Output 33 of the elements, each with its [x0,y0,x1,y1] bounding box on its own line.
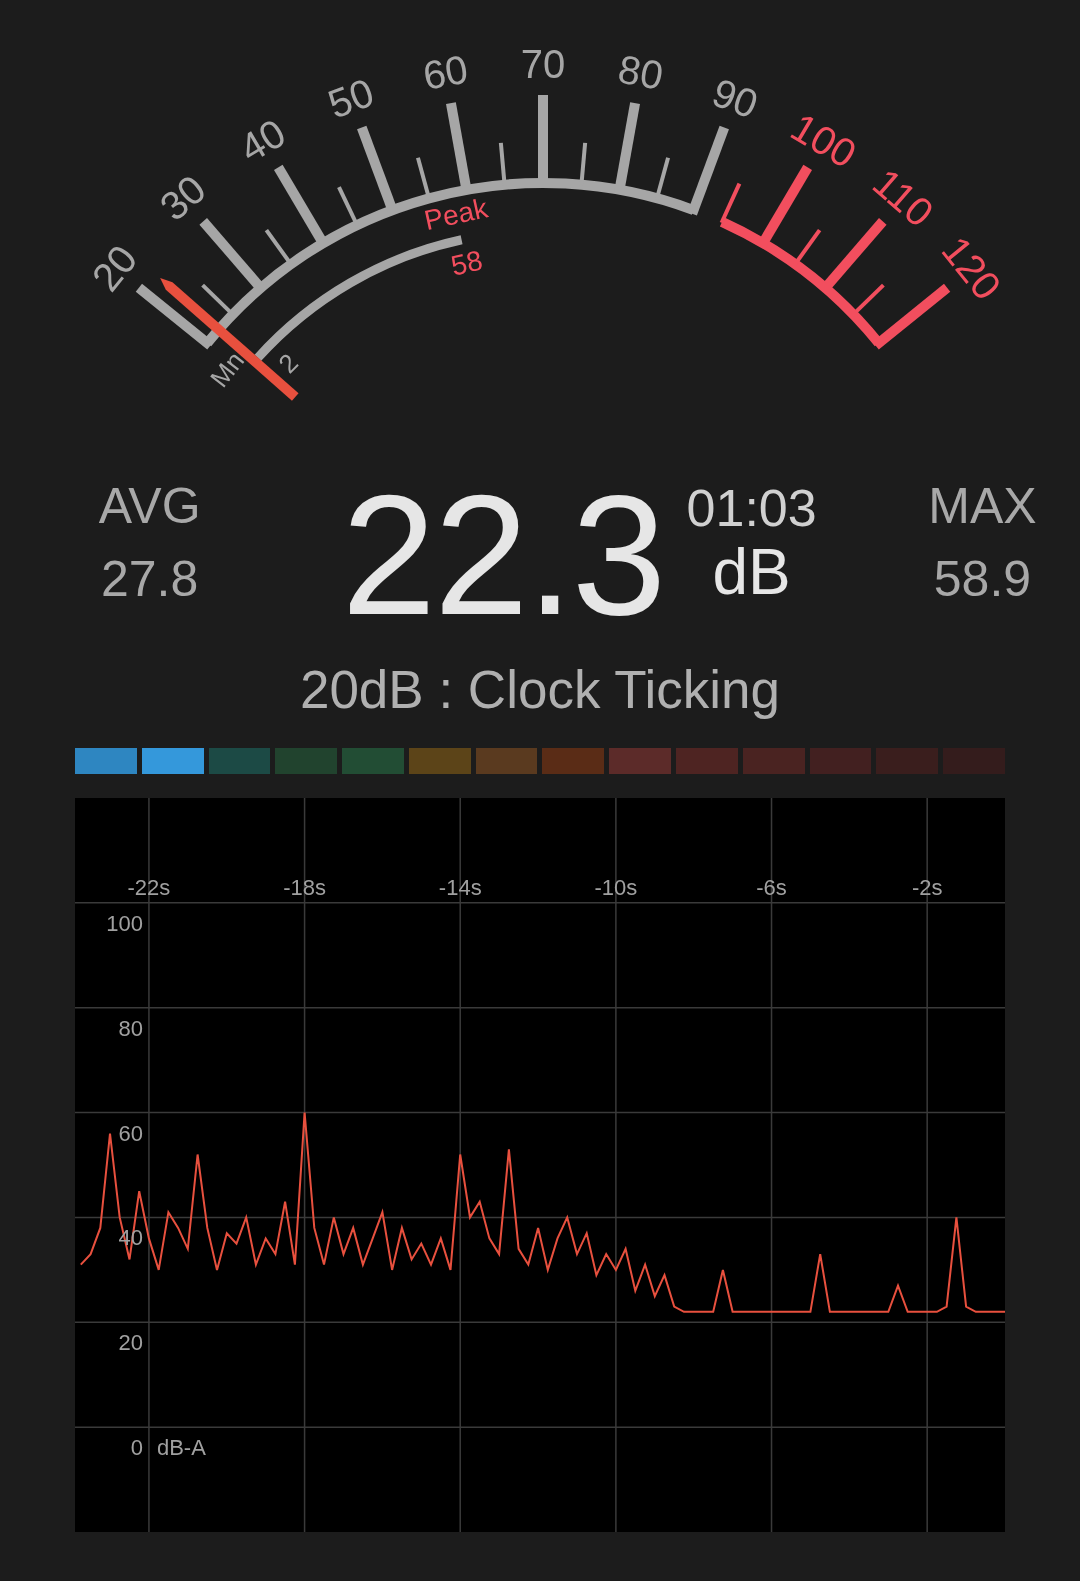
min-value: 2 [272,347,304,379]
max-label: MAX [927,477,1038,536]
y-tick-label: 0 [130,1435,143,1461]
x-tick-label: -10s [594,874,638,900]
x-tick-label: -2s [911,874,943,900]
y-tick-label: 60 [118,1120,143,1146]
avg-value: 27.8 [99,549,200,609]
scale-label: 70 [520,41,566,86]
noise-description: 20dB : Clock Ticking [299,660,781,719]
x-tick-label: -14s [438,874,482,900]
max-value: 58.9 [932,549,1033,609]
x-tick-label: -22s [127,874,171,900]
current-reading: 22.3 [341,460,665,650]
elapsed-time: 01:03 [685,480,818,538]
peak-value: 58 [448,244,486,282]
scale-label: 20 [83,236,146,300]
scale-label: 100 [783,104,864,177]
avg-label: AVG [97,477,202,536]
min-label: Mn [204,345,250,393]
unit-label: dB [711,537,792,608]
peak-label: Peak [421,192,491,237]
x-tick-label: -18s [283,874,326,900]
axis-unit-label: dB-A [156,1435,206,1461]
scale-label: 30 [151,166,214,229]
scale-label: 40 [231,110,293,171]
y-tick-label: 100 [106,910,143,936]
scale-label: 90 [706,69,764,127]
scale-label: 60 [419,46,472,98]
y-tick-label: 80 [118,1015,143,1041]
scale-label: 50 [322,69,380,127]
scale-label: 80 [614,46,667,98]
y-tick-label: 20 [118,1330,143,1356]
x-tick-label: -6s [756,874,787,900]
